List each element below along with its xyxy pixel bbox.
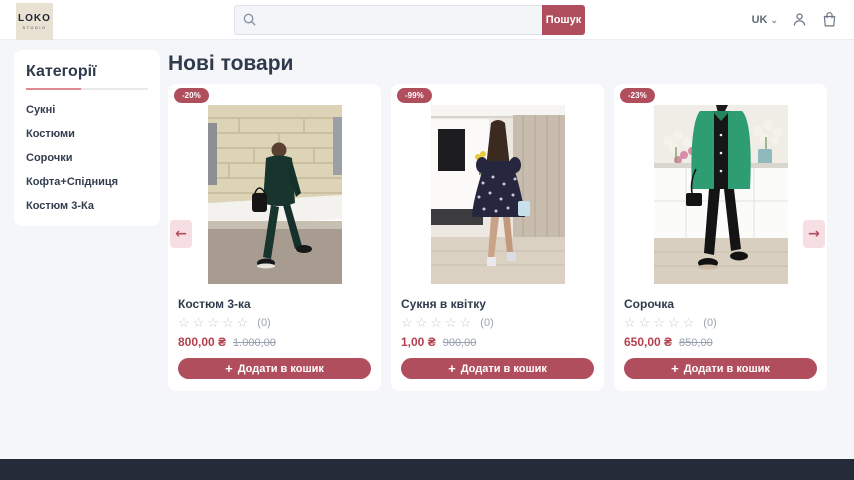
- current-price: 1,00 ₴: [401, 335, 436, 349]
- page-title: Нові товари: [168, 52, 827, 76]
- price-block: 650,00 ₴ 850,00: [624, 335, 817, 349]
- rating-count: (0): [703, 317, 716, 329]
- arrow-right-icon: →: [808, 226, 820, 242]
- main-section: Нові товари -20%: [168, 50, 827, 391]
- product-rating: ☆☆☆☆☆ (0): [624, 316, 817, 329]
- category-nav: Сукні Костюми Сорочки Кофта+Спідниця Кос…: [26, 104, 148, 212]
- product-image[interactable]: [654, 105, 788, 284]
- product-card: -20%: [168, 84, 381, 391]
- sidebar-item-kofta-spidnytsia[interactable]: Кофта+Спідниця: [26, 176, 148, 188]
- search-icon: [242, 12, 257, 27]
- language-label: UK: [752, 14, 768, 26]
- carousel-prev-button[interactable]: ←: [170, 220, 192, 248]
- product-title[interactable]: Костюм 3-ка: [178, 297, 371, 311]
- product-image[interactable]: [431, 105, 565, 284]
- add-to-cart-button[interactable]: + Додати в кошик: [401, 358, 594, 379]
- discount-badge: -23%: [620, 88, 655, 103]
- cart-button[interactable]: [821, 11, 838, 28]
- language-selector[interactable]: UK ⌄: [752, 14, 778, 26]
- old-price: 900,00: [443, 337, 477, 349]
- logo-subtext: STUDIO: [22, 25, 46, 30]
- sidebar: Категорії Сукні Костюми Сорочки Кофта+Сп…: [14, 50, 160, 226]
- logo[interactable]: LOKO STUDIO: [16, 3, 53, 40]
- logo-text: LOKO: [18, 13, 51, 24]
- old-price: 850,00: [679, 337, 713, 349]
- header-actions: UK ⌄: [752, 11, 838, 28]
- sidebar-item-kostyum-3ka[interactable]: Костюм 3-Ка: [26, 200, 148, 212]
- sidebar-item-sukni[interactable]: Сукні: [26, 104, 148, 116]
- sidebar-item-sorochky[interactable]: Сорочки: [26, 152, 148, 164]
- rating-stars-icon[interactable]: ☆☆☆☆☆: [401, 316, 474, 329]
- rating-count: (0): [480, 317, 493, 329]
- rating-stars-icon[interactable]: ☆☆☆☆☆: [624, 316, 697, 329]
- old-price: 1.000,00: [233, 337, 276, 349]
- search-input[interactable]: [234, 5, 542, 35]
- current-price: 800,00 ₴: [178, 335, 226, 349]
- plus-icon: +: [225, 362, 233, 375]
- add-to-cart-label: Додати в кошик: [461, 363, 547, 375]
- product-title[interactable]: Сорочка: [624, 297, 817, 311]
- carousel-next-button[interactable]: →: [803, 220, 825, 248]
- rating-stars-icon[interactable]: ☆☆☆☆☆: [178, 316, 251, 329]
- header: LOKO STUDIO Пошук UK ⌄: [0, 0, 854, 40]
- user-icon: [791, 11, 808, 28]
- account-button[interactable]: [791, 11, 808, 28]
- chevron-down-icon: ⌄: [770, 16, 778, 24]
- footer: [0, 459, 854, 480]
- content: Категорії Сукні Костюми Сорочки Кофта+Сп…: [0, 40, 854, 391]
- search-form: Пошук: [234, 5, 585, 35]
- sidebar-item-kostyumy[interactable]: Костюми: [26, 128, 148, 140]
- product-rating: ☆☆☆☆☆ (0): [401, 316, 594, 329]
- product-card: -23%: [614, 84, 827, 391]
- search-button[interactable]: Пошук: [542, 5, 585, 35]
- price-block: 800,00 ₴ 1.000,00: [178, 335, 371, 349]
- product-card: -99%: [391, 84, 604, 391]
- current-price: 650,00 ₴: [624, 335, 672, 349]
- rating-count: (0): [257, 317, 270, 329]
- add-to-cart-button[interactable]: + Додати в кошик: [624, 358, 817, 379]
- add-to-cart-label: Додати в кошик: [238, 363, 324, 375]
- product-image[interactable]: [208, 105, 342, 284]
- add-to-cart-label: Додати в кошик: [684, 363, 770, 375]
- sidebar-title: Категорії: [26, 63, 148, 81]
- discount-badge: -20%: [174, 88, 209, 103]
- product-title[interactable]: Сукня в квітку: [401, 297, 594, 311]
- discount-badge: -99%: [397, 88, 432, 103]
- arrow-left-icon: ←: [175, 226, 187, 242]
- product-rating: ☆☆☆☆☆ (0): [178, 316, 371, 329]
- price-block: 1,00 ₴ 900,00: [401, 335, 594, 349]
- product-carousel: -20%: [168, 84, 827, 391]
- plus-icon: +: [448, 362, 456, 375]
- add-to-cart-button[interactable]: + Додати в кошик: [178, 358, 371, 379]
- sidebar-underline: [26, 88, 148, 90]
- shopping-bag-icon: [821, 11, 838, 28]
- plus-icon: +: [671, 362, 679, 375]
